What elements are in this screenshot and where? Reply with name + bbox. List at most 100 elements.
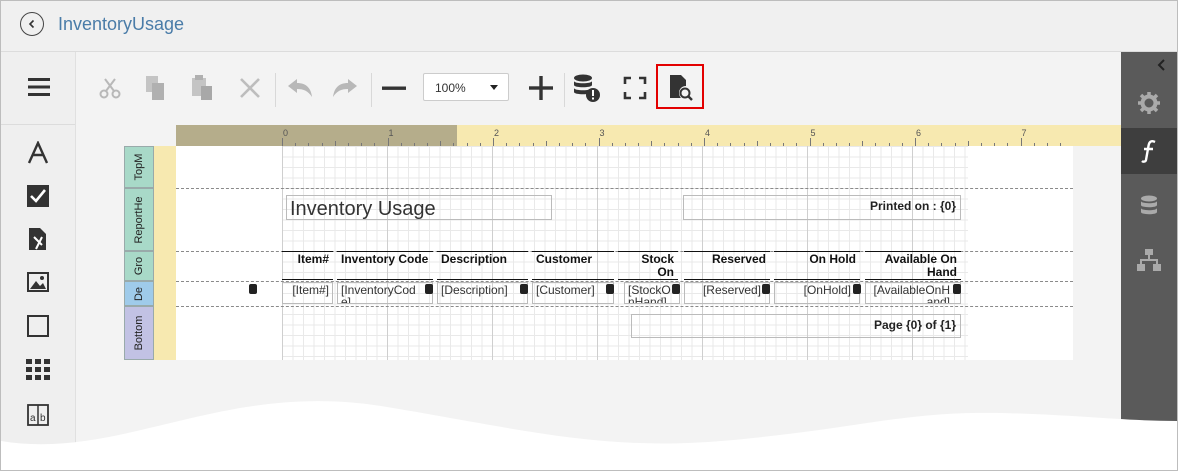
torn-edge-decoration [1, 401, 1177, 470]
panel-tool[interactable] [25, 313, 51, 339]
undo-button[interactable] [285, 73, 315, 103]
checkbox-tool[interactable] [25, 183, 51, 209]
detail-on-hold[interactable]: [OnHold] [774, 282, 860, 304]
properties-tab[interactable] [1121, 80, 1177, 126]
data-field-icon [762, 284, 770, 294]
copy-button[interactable] [140, 73, 170, 103]
band-detail[interactable]: De [124, 281, 154, 306]
cut-icon [99, 78, 121, 99]
data-field-icon [853, 284, 861, 294]
printed-on-label[interactable]: Printed on : {0} [683, 195, 961, 220]
expressions-tab[interactable] [1121, 128, 1177, 174]
band-group-header[interactable]: Gro [124, 251, 154, 281]
ruler-tick [493, 138, 494, 146]
richtext-tool[interactable] [25, 226, 51, 252]
title-bar: InventoryUsage [1, 1, 1177, 52]
delete-button[interactable] [235, 73, 265, 103]
chevron-left-icon [1157, 59, 1165, 71]
label-tool[interactable] [25, 140, 51, 166]
ruler-number: 2 [494, 128, 500, 138]
fullscreen-button[interactable] [620, 73, 650, 103]
band-label: TopM [133, 153, 145, 181]
ruler-tick [809, 138, 811, 146]
richtext-icon [29, 228, 46, 250]
menu-button[interactable] [1, 52, 75, 125]
band-divider [176, 306, 1073, 307]
data-field-icon [953, 284, 961, 294]
toolbar-separator [275, 73, 276, 107]
header-description[interactable]: Description [437, 251, 528, 280]
band-report-header[interactable]: ReportHe [124, 188, 154, 251]
redo-button[interactable] [330, 73, 360, 103]
zoom-out-icon [382, 86, 406, 90]
detail-inventory-code[interactable]: [InventoryCod e] [337, 282, 433, 304]
header-inventory-code[interactable]: Inventory Code [337, 251, 433, 280]
ruler-number: 4 [705, 128, 711, 138]
toolbar-separator [371, 73, 372, 107]
fullscreen-icon [623, 76, 647, 100]
collapse-panel-button[interactable] [1157, 58, 1167, 76]
band-label: ReportHe [133, 195, 145, 244]
ruler-tick [1020, 138, 1022, 146]
header-item[interactable]: Item# [282, 251, 333, 280]
ruler-number: 6 [916, 128, 922, 138]
band-divider [176, 188, 1073, 189]
band-labels: TopM ReportHe Gro De Bottom [124, 146, 154, 360]
chevron-left-icon [28, 19, 35, 29]
band-label: De [133, 286, 145, 301]
data-field-icon [520, 284, 528, 294]
header-stock-on-hand[interactable]: Stock On [618, 251, 678, 280]
vertical-ruler [154, 146, 177, 360]
back-button[interactable] [20, 12, 44, 36]
data-field-icon [425, 284, 433, 294]
detail-reserved[interactable]: [Reserved] [684, 282, 770, 304]
report-title-label[interactable]: Inventory Usage [286, 195, 552, 220]
report-page: Inventory Usage Printed on : {0} Item# I… [176, 146, 1073, 360]
header-available-on-hand[interactable]: Available On Hand [865, 251, 961, 280]
ruler-number: 3 [599, 128, 605, 138]
gear-icon [1138, 92, 1160, 114]
header-reserved[interactable]: Reserved [684, 251, 770, 280]
cut-button[interactable] [95, 73, 125, 103]
expressions-icon [1141, 140, 1156, 163]
band-label: Bottom [133, 315, 145, 351]
header-on-hold[interactable]: On Hold [774, 251, 860, 280]
validate-bindings-button[interactable] [572, 73, 602, 103]
database-warning-icon [574, 74, 600, 102]
zoom-in-button[interactable] [526, 73, 556, 103]
undo-icon [288, 79, 312, 97]
paste-button[interactable] [187, 73, 217, 103]
ruler-tick [387, 138, 389, 146]
page-info-label[interactable]: Page {0} of {1} [631, 314, 961, 338]
detail-available-on-hand[interactable]: [AvailableOnH and] [865, 282, 961, 304]
header-customer[interactable]: Customer [532, 251, 614, 280]
ruler-number: 7 [1021, 128, 1027, 138]
ruler-tick [704, 138, 705, 146]
zoom-out-button[interactable] [379, 73, 409, 103]
detail-customer[interactable]: [Customer] [532, 282, 614, 304]
ruler-number: 0 [283, 128, 289, 138]
band-top-margin[interactable]: TopM [124, 146, 154, 188]
detail-description[interactable]: [Description] [437, 282, 528, 304]
band-bottom-margin[interactable]: Bottom [124, 306, 154, 360]
ruler-tick [915, 138, 916, 146]
zoom-select[interactable]: 100% [423, 73, 509, 101]
band-label: Gro [133, 256, 145, 276]
detail-item[interactable]: [Item#] [282, 282, 333, 304]
designer-window: InventoryUsage ab 100% 0 1 2 3 4 5 6 7 T… [0, 0, 1178, 471]
field-list-tab[interactable] [1121, 183, 1177, 229]
toolbar: 100% [75, 61, 1121, 117]
toolbar-separator [564, 73, 565, 107]
checkbox-icon [27, 185, 49, 207]
database-icon [1141, 195, 1157, 215]
table-icon [26, 359, 50, 380]
hamburger-icon [28, 78, 50, 96]
delete-icon [240, 78, 260, 98]
picture-tool[interactable] [25, 269, 51, 295]
data-field-icon [606, 284, 614, 294]
preview-button-highlight [656, 64, 704, 109]
ruler-tick [598, 138, 600, 146]
chevron-down-icon [490, 85, 498, 90]
report-explorer-tab[interactable] [1121, 237, 1177, 283]
table-tool[interactable] [25, 357, 51, 383]
